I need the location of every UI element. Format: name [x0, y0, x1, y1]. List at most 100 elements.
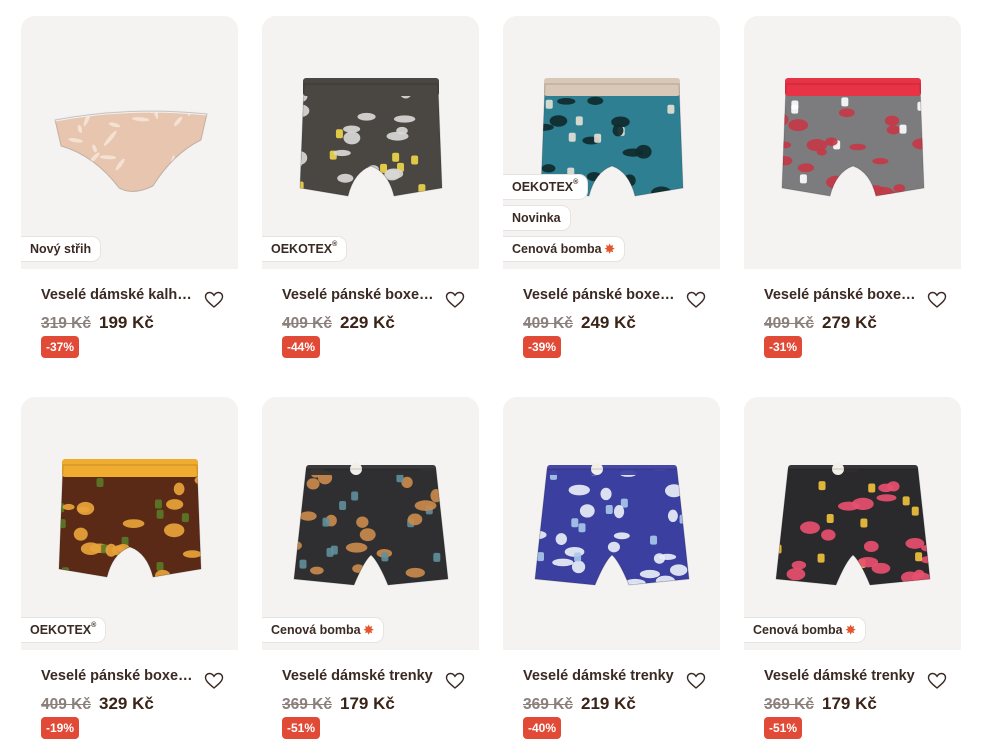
sale-price: 199 Kč	[98, 313, 154, 332]
product-title[interactable]: Veselé pánské boxerky	[41, 668, 195, 684]
price-block: 319 Kč 199 Kč	[41, 313, 154, 333]
price-block: 369 Kč 179 Kč	[764, 694, 877, 714]
product-card[interactable]: OEKOTEX® Veselé pánské boxerky 409 Kč 329 K…	[21, 397, 238, 751]
product-title[interactable]: Veselé pánské boxerky	[523, 287, 677, 303]
product-card[interactable]: Cenová bomba ✸ Veselé dámské trenky 369 Kč 1…	[262, 397, 479, 751]
discount-badge: -51%	[764, 717, 803, 739]
product-badge: OEKOTEX®	[21, 618, 106, 642]
product-info: Veselé pánské boxerky 409 Kč 249 Kč -39%	[503, 269, 720, 370]
product-info: Veselé dámské trenky 369 Kč 179 Kč -51%	[262, 650, 479, 751]
price-block: 409 Kč 279 Kč	[764, 313, 877, 333]
badge-label: Nový střih	[30, 242, 92, 256]
product-image[interactable]	[35, 48, 225, 238]
explosion-icon: ✸	[363, 623, 374, 637]
price-block: 369 Kč 219 Kč	[523, 694, 636, 714]
product-image-area[interactable]: Cenová bomba ✸	[744, 397, 961, 650]
product-info: Veselé pánské boxerky 409 Kč 229 Kč -44%	[262, 269, 479, 370]
discount-badge: -37%	[41, 336, 80, 358]
product-card[interactable]: OEKOTEX® Veselé pánské boxerky 409 Kč 229 K…	[262, 16, 479, 370]
badge-label: Novinka	[512, 211, 561, 225]
heart-icon[interactable]	[204, 672, 224, 690]
product-image-area[interactable]	[503, 397, 720, 650]
price-block: 409 Kč 229 Kč	[282, 313, 395, 333]
discount-badge: -39%	[523, 336, 562, 358]
product-image-area[interactable]: Cenová bomba ✸	[262, 397, 479, 650]
product-badge: Cenová bomba ✸	[262, 618, 383, 642]
badge-label: OEKOTEX	[271, 242, 333, 256]
product-title[interactable]: Veselé dámské trenky	[764, 668, 918, 684]
old-price: 369 Kč	[523, 696, 573, 713]
registered-mark-icon: ®	[332, 241, 338, 248]
product-title[interactable]: Veselé pánské boxerky	[282, 287, 436, 303]
product-info: Veselé dámské trenky 369 Kč 179 Kč -51%	[744, 650, 961, 751]
product-image-area[interactable]: OEKOTEX®	[21, 397, 238, 650]
product-image[interactable]	[35, 429, 225, 619]
old-price: 369 Kč	[764, 696, 814, 713]
price-block: 369 Kč 179 Kč	[282, 694, 395, 714]
discount-badge: -44%	[282, 336, 321, 358]
discount-badge: -51%	[282, 717, 321, 739]
product-badge: OEKOTEX®	[503, 175, 588, 199]
sale-price: 179 Kč	[339, 694, 395, 713]
product-title[interactable]: Veselé dámské trenky	[282, 668, 436, 684]
product-title[interactable]: Veselé pánské boxerky	[764, 287, 918, 303]
product-info: Veselé dámské trenky 369 Kč 219 Kč -40%	[503, 650, 720, 751]
product-badge: OEKOTEX®	[262, 237, 347, 261]
product-title[interactable]: Veselé dámské trenky	[523, 668, 677, 684]
old-price: 409 Kč	[41, 696, 91, 713]
product-grid: Nový střih Veselé dámské kalhotky 319 Kč 19…	[21, 16, 961, 751]
badge-label: Cenová bomba	[753, 623, 843, 637]
product-image[interactable]	[276, 48, 466, 238]
sale-price: 229 Kč	[339, 313, 395, 332]
product-card[interactable]: Veselé dámské trenky 369 Kč 219 Kč -40%	[503, 397, 720, 751]
product-card[interactable]: Cenová bomba ✸ Veselé dámské trenky 369 Kč 1…	[744, 397, 961, 751]
product-card[interactable]: Nový střih Veselé dámské kalhotky 319 Kč 19…	[21, 16, 238, 370]
product-image-area[interactable]: Nový střih	[21, 16, 238, 269]
explosion-icon: ✸	[845, 623, 856, 637]
product-image[interactable]	[758, 48, 948, 238]
old-price: 319 Kč	[41, 315, 91, 332]
product-badge: Nový střih	[21, 237, 101, 261]
product-image-area[interactable]	[744, 16, 961, 269]
product-info: Veselé pánské boxerky 409 Kč 329 Kč -19%	[21, 650, 238, 751]
heart-icon[interactable]	[204, 291, 224, 309]
sale-price: 249 Kč	[580, 313, 636, 332]
heart-icon[interactable]	[927, 672, 947, 690]
price-block: 409 Kč 249 Kč	[523, 313, 636, 333]
heart-icon[interactable]	[445, 291, 465, 309]
product-image[interactable]	[276, 429, 466, 619]
sale-price: 179 Kč	[821, 694, 877, 713]
product-info: Veselé dámské kalhotky 319 Kč 199 Kč -37%	[21, 269, 238, 370]
badge-label: OEKOTEX	[30, 623, 92, 637]
badge-label: Cenová bomba	[512, 242, 602, 256]
discount-badge: -40%	[523, 717, 562, 739]
old-price: 409 Kč	[282, 315, 332, 332]
product-image-area[interactable]: OEKOTEX® Novinka Cenová bomba ✸	[503, 16, 720, 269]
explosion-icon: ✸	[604, 242, 615, 256]
heart-icon[interactable]	[445, 672, 465, 690]
product-card[interactable]: OEKOTEX® Novinka Cenová bomba ✸ Veselé pánsk…	[503, 16, 720, 370]
product-image-area[interactable]: OEKOTEX®	[262, 16, 479, 269]
product-info: Veselé pánské boxerky 409 Kč 279 Kč -31%	[744, 269, 961, 370]
product-image[interactable]	[758, 429, 948, 619]
badge-label: OEKOTEX	[512, 180, 574, 194]
discount-badge: -19%	[41, 717, 80, 739]
sale-price: 279 Kč	[821, 313, 877, 332]
sale-price: 219 Kč	[580, 694, 636, 713]
registered-mark-icon: ®	[91, 622, 97, 629]
sale-price: 329 Kč	[98, 694, 154, 713]
old-price: 369 Kč	[282, 696, 332, 713]
product-card[interactable]: Veselé pánské boxerky 409 Kč 279 Kč -31%	[744, 16, 961, 370]
registered-mark-icon: ®	[573, 179, 579, 186]
product-badge: Novinka	[503, 206, 570, 230]
discount-badge: -31%	[764, 336, 803, 358]
heart-icon[interactable]	[927, 291, 947, 309]
product-badge: Cenová bomba ✸	[744, 618, 865, 642]
heart-icon[interactable]	[686, 672, 706, 690]
product-image[interactable]	[517, 429, 707, 619]
badge-label: Cenová bomba	[271, 623, 361, 637]
heart-icon[interactable]	[686, 291, 706, 309]
product-badge: Cenová bomba ✸	[503, 237, 624, 261]
price-block: 409 Kč 329 Kč	[41, 694, 154, 714]
product-title[interactable]: Veselé dámské kalhotky	[41, 287, 195, 303]
